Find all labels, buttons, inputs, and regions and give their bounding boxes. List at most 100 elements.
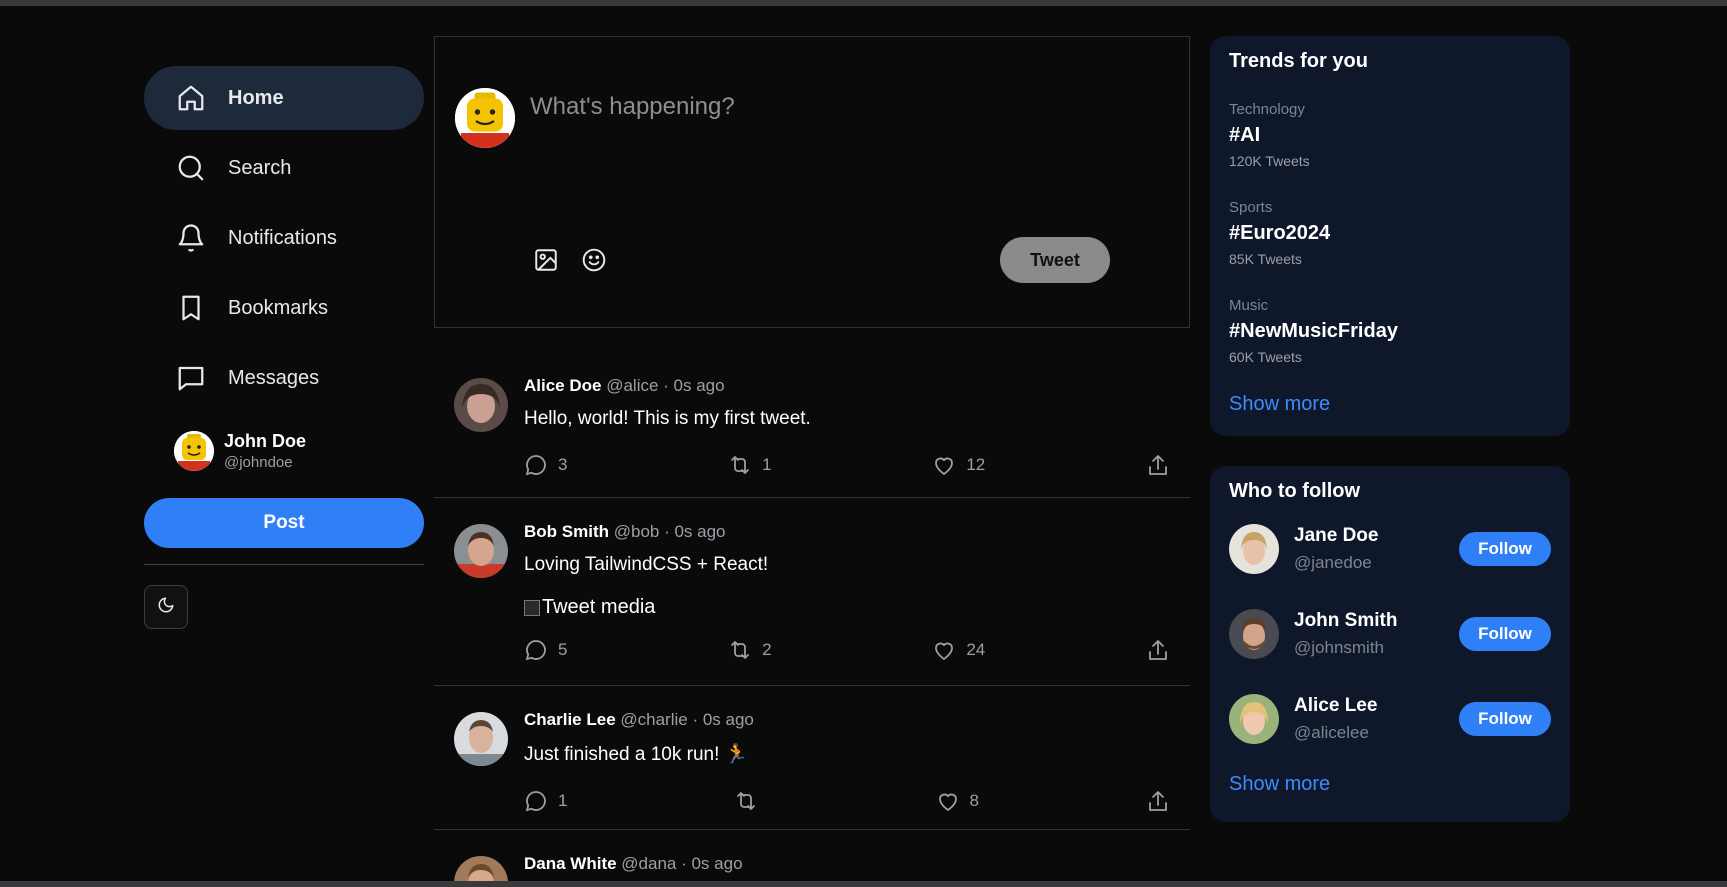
follow-suggestion[interactable]: Alice Lee @alicelee Follow	[1229, 689, 1551, 749]
tweet-composer: What's happening? Tweet	[434, 36, 1190, 328]
follow-name: John Smith	[1294, 610, 1398, 631]
trend-category: Music	[1229, 297, 1269, 314]
post-button[interactable]: Post	[144, 498, 424, 548]
reply-count: 3	[558, 455, 568, 474]
tweet-author[interactable]: Dana White	[524, 854, 617, 873]
share-button[interactable]	[1146, 638, 1170, 662]
window-top-bar	[0, 0, 1727, 6]
avatar	[455, 88, 515, 148]
share-icon	[1146, 638, 1170, 662]
share-button[interactable]	[1146, 453, 1170, 477]
follow-name: Jane Doe	[1294, 525, 1379, 546]
share-button[interactable]	[1146, 789, 1170, 813]
nav-item-notifications[interactable]: Notifications	[144, 206, 424, 270]
follow-name: Alice Lee	[1294, 695, 1378, 716]
tweet-meta: @charlie · 0s ago	[620, 710, 754, 729]
nav-label: Messages	[228, 366, 320, 389]
tweet-feed: Alice Doe @alice · 0s ago Hello, world! …	[434, 352, 1190, 887]
retweet-button[interactable]	[734, 789, 768, 813]
trend-item[interactable]: Music #NewMusicFriday 60K Tweets	[1229, 297, 1551, 365]
share-icon	[1146, 453, 1170, 477]
retweet-icon	[734, 789, 758, 813]
like-count: 12	[966, 455, 986, 474]
follow-suggestion[interactable]: Jane Doe @janedoe Follow	[1229, 519, 1551, 579]
reply-count: 1	[558, 791, 568, 810]
tweet-author[interactable]: Bob Smith	[524, 522, 609, 541]
message-icon	[174, 361, 208, 395]
trends-title: Trends for you	[1229, 50, 1368, 72]
tweet-author[interactable]: Charlie Lee	[524, 710, 616, 729]
trend-tag: #Euro2024	[1229, 222, 1331, 244]
emoji-icon[interactable]	[579, 245, 609, 275]
theme-toggle-button[interactable]	[144, 585, 188, 629]
sidebar: Home Search Notifications Bookmarks Mess…	[144, 66, 424, 629]
who-to-follow-card: Who to follow Jane Doe @janedoe Follow J…	[1210, 466, 1570, 822]
like-count: 8	[969, 791, 979, 810]
home-icon	[174, 81, 208, 115]
trend-tag: #AI	[1229, 124, 1261, 146]
image-icon[interactable]	[531, 245, 561, 275]
search-icon	[174, 151, 208, 185]
retweet-count: 2	[762, 640, 772, 659]
reply-icon	[524, 453, 548, 477]
heart-icon	[932, 638, 956, 662]
reply-button[interactable]: 3	[524, 453, 567, 477]
trend-item[interactable]: Sports #Euro2024 85K Tweets	[1229, 199, 1551, 267]
broken-image-icon	[524, 599, 540, 616]
tweet-card[interactable]: Bob Smith @bob · 0s ago Loving TailwindC…	[434, 498, 1190, 686]
trends-show-more-link[interactable]: Show more	[1229, 393, 1551, 416]
nav-item-search[interactable]: Search	[144, 136, 424, 200]
reply-button[interactable]: 1	[524, 789, 567, 813]
nav-label: Notifications	[228, 226, 337, 249]
share-icon	[1146, 789, 1170, 813]
trend-count: 120K Tweets	[1229, 153, 1310, 169]
trend-tag: #NewMusicFriday	[1229, 320, 1398, 342]
follow-button[interactable]: Follow	[1459, 532, 1551, 566]
bookmark-icon	[174, 291, 208, 325]
profile-card[interactable]: John Doe @johndoe	[144, 416, 424, 486]
like-button[interactable]: 24	[932, 638, 985, 662]
tweet-media[interactable]: Tweet media	[524, 596, 1170, 619]
retweet-icon	[728, 638, 752, 662]
follow-handle: @johnsmith	[1294, 638, 1385, 657]
nav-item-home[interactable]: Home	[144, 66, 424, 130]
tweet-button[interactable]: Tweet	[1000, 237, 1110, 283]
compose-input[interactable]: What's happening?	[530, 93, 735, 121]
follow-button[interactable]: Follow	[1459, 702, 1551, 736]
trend-count: 60K Tweets	[1229, 349, 1302, 365]
nav-item-messages[interactable]: Messages	[144, 346, 424, 410]
trend-item[interactable]: Technology #AI 120K Tweets	[1229, 101, 1551, 169]
tweet-author[interactable]: Alice Doe	[524, 376, 601, 395]
retweet-count: 1	[762, 455, 772, 474]
tweet-card[interactable]: Alice Doe @alice · 0s ago Hello, world! …	[434, 352, 1190, 498]
tweet-meta: @bob · 0s ago	[613, 522, 726, 541]
follow-suggestion[interactable]: John Smith @johnsmith Follow	[1229, 604, 1551, 664]
like-button[interactable]: 8	[936, 789, 979, 813]
trends-card: Trends for you Technology #AI 120K Tweet…	[1210, 36, 1570, 436]
like-button[interactable]: 12	[932, 453, 985, 477]
reply-button[interactable]: 5	[524, 638, 567, 662]
heart-icon	[932, 453, 956, 477]
nav-item-bookmarks[interactable]: Bookmarks	[144, 276, 424, 340]
avatar	[1229, 524, 1279, 574]
avatar	[454, 524, 508, 578]
retweet-icon	[728, 453, 752, 477]
who-to-follow-title: Who to follow	[1229, 480, 1361, 502]
nav-label: Bookmarks	[228, 296, 329, 319]
follow-handle: @janedoe	[1294, 553, 1372, 572]
tweet-meta: @alice · 0s ago	[606, 376, 725, 395]
retweet-button[interactable]: 1	[728, 453, 772, 477]
tweet-text: Loving TailwindCSS + React!	[524, 554, 769, 575]
bell-icon	[174, 221, 208, 255]
tweet-card[interactable]: Dana White @dana · 0s ago	[434, 830, 1190, 887]
reply-icon	[524, 789, 548, 813]
follow-button[interactable]: Follow	[1459, 617, 1551, 651]
tweet-card[interactable]: Charlie Lee @charlie · 0s ago Just finis…	[434, 686, 1190, 830]
avatar	[454, 712, 508, 766]
avatar	[174, 431, 214, 471]
like-count: 24	[966, 640, 986, 659]
follow-show-more-link[interactable]: Show more	[1229, 773, 1551, 796]
retweet-button[interactable]: 2	[728, 638, 772, 662]
profile-name: John Doe	[224, 431, 307, 451]
tweet-text: Just finished a 10k run! 🏃	[524, 744, 749, 765]
